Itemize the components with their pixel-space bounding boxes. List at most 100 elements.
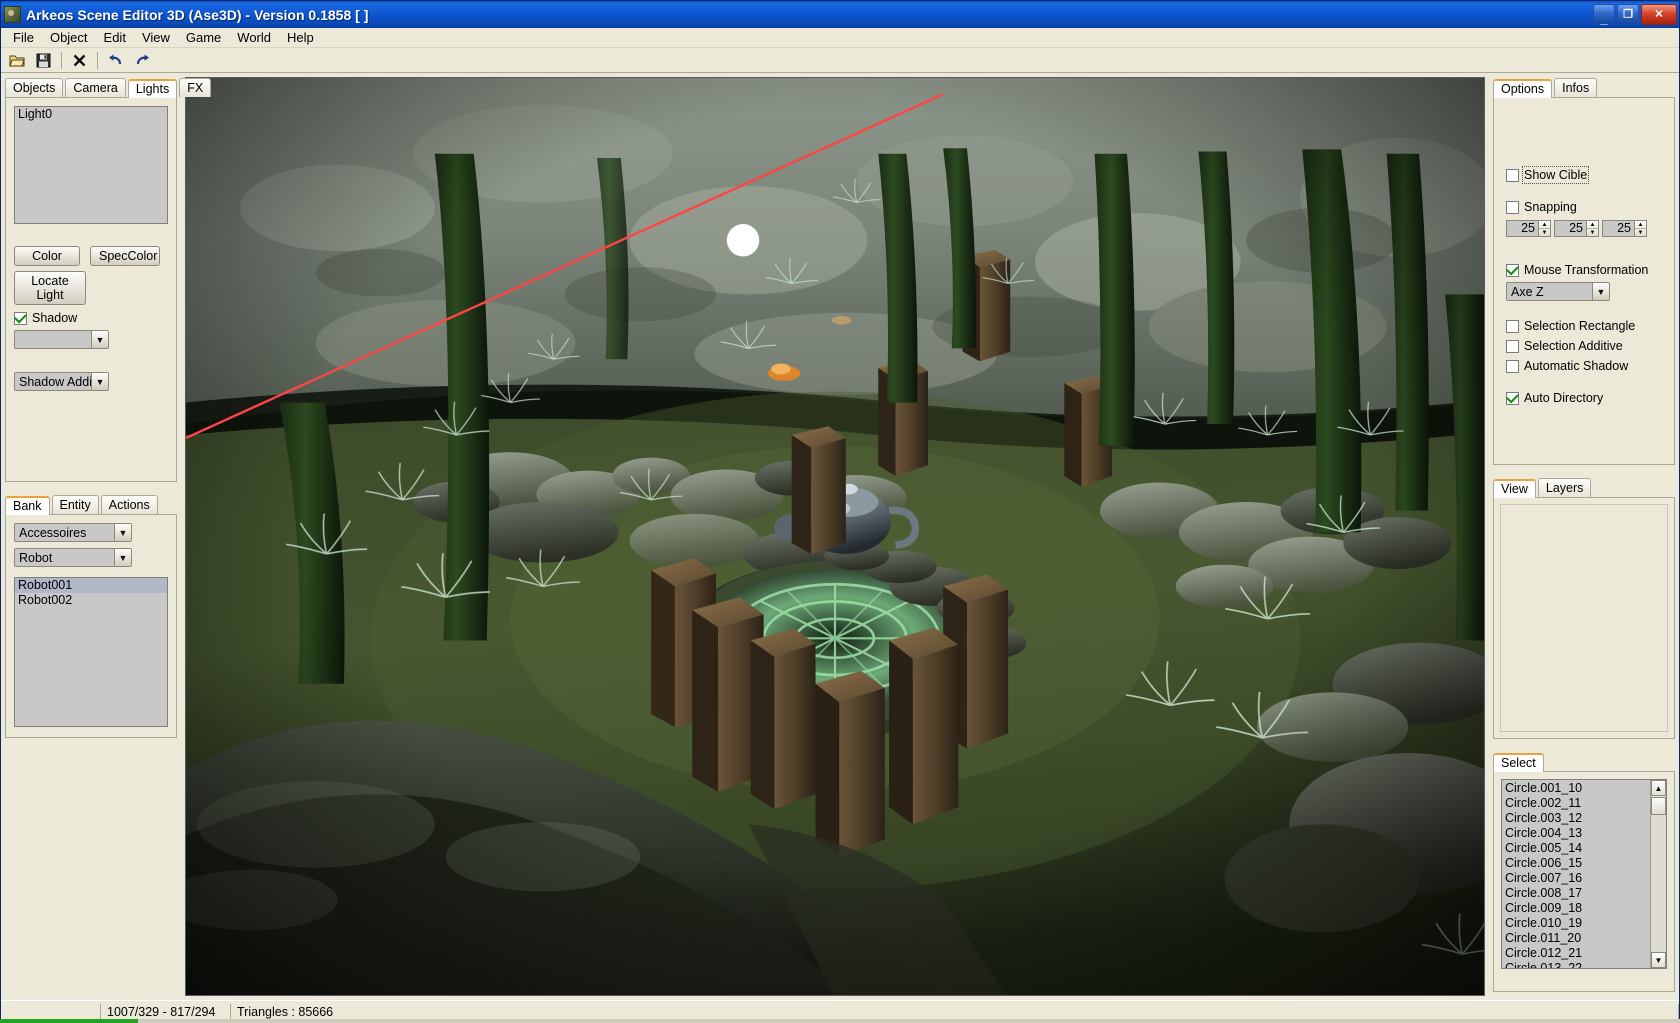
list-item[interactable]: Circle.006_15 [1502, 856, 1650, 871]
tab-objects[interactable]: Objects [5, 78, 64, 97]
locate-light-button[interactable]: Locate Light [14, 271, 86, 305]
list-item[interactable]: Circle.013_22 [1502, 961, 1650, 968]
list-item[interactable]: Circle.010_19 [1502, 916, 1650, 931]
select-listbox[interactable]: Circle.001_10 Circle.002_11 Circle.003_1… [1501, 779, 1667, 969]
snap-x-value[interactable]: 25 [1506, 220, 1538, 237]
delete-button[interactable] [67, 49, 92, 72]
app-icon [4, 6, 21, 23]
right-select-tabstrip: Select [1489, 751, 1679, 772]
stepper-arrows[interactable]: ▲ ▼ [1538, 220, 1551, 237]
snap-z-value[interactable]: 25 [1602, 220, 1634, 237]
stepper-arrows[interactable]: ▲ ▼ [1634, 220, 1647, 237]
lights-listbox[interactable]: Light0 [14, 106, 168, 224]
tab-entity[interactable]: Entity [51, 495, 99, 514]
stepper-up-icon[interactable]: ▲ [1635, 221, 1646, 229]
list-item[interactable]: Light0 [15, 107, 167, 122]
snap-x-stepper[interactable]: 25 ▲ ▼ [1506, 220, 1551, 237]
snap-y-stepper[interactable]: 25 ▲ ▼ [1554, 220, 1599, 237]
view-tab-panel [1493, 497, 1675, 739]
select-panel: Select Circle.001_10 Circle.002_11 Circl… [1489, 739, 1679, 992]
list-item[interactable]: Circle.009_18 [1502, 901, 1650, 916]
list-item[interactable]: Circle.011_20 [1502, 931, 1650, 946]
toolbar-separator-1 [61, 51, 62, 69]
snapping-checkbox[interactable]: Snapping [1506, 200, 1662, 214]
tab-view[interactable]: View [1493, 479, 1536, 498]
type-combo[interactable]: Robot ▼ [14, 548, 132, 567]
selection-rectangle-checkbox[interactable]: Selection Rectangle [1506, 319, 1662, 333]
checkbox-indicator [1506, 168, 1519, 182]
snap-z-stepper[interactable]: 25 ▲ ▼ [1602, 220, 1647, 237]
close-button[interactable]: ✕ [1641, 4, 1677, 25]
list-item[interactable]: Circle.005_14 [1502, 841, 1650, 856]
menu-file[interactable]: File [5, 28, 42, 47]
checkbox-indicator [14, 311, 27, 325]
menu-edit[interactable]: Edit [96, 28, 134, 47]
menu-world[interactable]: World [229, 28, 279, 47]
minimize-button[interactable]: _ [1593, 4, 1615, 25]
category-combo[interactable]: Accessoires ▼ [14, 523, 132, 542]
automatic-shadow-checkbox[interactable]: Automatic Shadow [1506, 359, 1662, 373]
menu-object[interactable]: Object [42, 28, 96, 47]
selection-additive-checkbox[interactable]: Selection Additive [1506, 339, 1662, 353]
scroll-up-icon[interactable]: ▲ [1651, 780, 1666, 796]
spec-color-button[interactable]: SpecColor [90, 246, 160, 266]
shadow-mode-combo[interactable]: Shadow Additiv ▼ [14, 372, 109, 391]
tab-lights[interactable]: Lights [127, 79, 178, 98]
select-scrollbar[interactable]: ▲ ▼ [1650, 780, 1666, 968]
scrollbar-thumb[interactable] [1651, 797, 1666, 815]
bank-items-listbox[interactable]: Robot001 Robot002 [14, 577, 168, 727]
viewport-container [181, 73, 1489, 1000]
bank-panel: Bank Entity Actions Accessoires ▼ Robot … [1, 482, 181, 738]
list-item[interactable]: Circle.012_21 [1502, 946, 1650, 961]
redo-button[interactable] [129, 49, 154, 72]
menu-view[interactable]: View [134, 28, 178, 47]
list-item[interactable]: Robot001 [15, 578, 167, 593]
list-item[interactable]: Circle.007_16 [1502, 871, 1650, 886]
restore-button[interactable]: ❐ [1617, 4, 1639, 25]
snap-y-value[interactable]: 25 [1554, 220, 1586, 237]
shadow-combo[interactable]: ▼ [14, 330, 109, 349]
auto-directory-checkbox[interactable]: Auto Directory [1506, 391, 1662, 405]
list-item[interactable]: Circle.003_12 [1502, 811, 1650, 826]
scroll-down-icon[interactable]: ▼ [1651, 952, 1666, 968]
window-buttons: _ ❐ ✕ [1593, 4, 1677, 25]
stepper-down-icon[interactable]: ▼ [1539, 229, 1550, 236]
checkbox-indicator [1506, 263, 1519, 277]
shadow-checkbox[interactable]: Shadow [14, 311, 168, 325]
menu-game[interactable]: Game [178, 28, 229, 47]
tab-infos[interactable]: Infos [1554, 78, 1598, 97]
show-cible-checkbox[interactable]: Show Cible [1506, 166, 1662, 184]
taskbar-progress [0, 1019, 138, 1023]
lights-tab-panel: Light0 Color SpecColor Locate Light Shad… [5, 97, 177, 482]
color-button[interactable]: Color [14, 246, 80, 266]
checkbox-indicator [1506, 391, 1519, 405]
tab-fx[interactable]: FX [179, 78, 212, 97]
list-item[interactable]: Circle.004_13 [1502, 826, 1650, 841]
list-item[interactable]: Circle.002_11 [1502, 796, 1650, 811]
view-canvas[interactable] [1500, 504, 1668, 732]
stepper-up-icon[interactable]: ▲ [1539, 221, 1550, 229]
stepper-down-icon[interactable]: ▼ [1635, 229, 1646, 236]
3d-scene-viewport[interactable] [185, 77, 1485, 996]
undo-button[interactable] [103, 49, 128, 72]
tab-camera[interactable]: Camera [65, 78, 126, 97]
open-button[interactable] [5, 49, 30, 72]
list-item[interactable]: Robot002 [15, 593, 167, 608]
save-button[interactable] [31, 49, 56, 72]
menu-help[interactable]: Help [279, 28, 322, 47]
close-icon: ✕ [1654, 8, 1664, 20]
tab-bank[interactable]: Bank [5, 496, 50, 515]
scrollbar-track[interactable] [1651, 815, 1666, 952]
axis-combo[interactable]: Axe Z ▼ [1506, 282, 1610, 301]
list-item[interactable]: Circle.001_10 [1502, 781, 1650, 796]
tab-select[interactable]: Select [1493, 753, 1544, 772]
stepper-up-icon[interactable]: ▲ [1587, 221, 1598, 229]
stepper-down-icon[interactable]: ▼ [1587, 229, 1598, 236]
stepper-arrows[interactable]: ▲ ▼ [1586, 220, 1599, 237]
tab-options[interactable]: Options [1493, 79, 1553, 98]
tab-layers[interactable]: Layers [1537, 478, 1592, 497]
mouse-transformation-checkbox[interactable]: Mouse Transformation [1506, 263, 1662, 277]
tab-actions[interactable]: Actions [100, 495, 158, 514]
list-item[interactable]: Circle.008_17 [1502, 886, 1650, 901]
bank-tab-panel: Accessoires ▼ Robot ▼ Robot001 Robot002 [5, 514, 177, 738]
